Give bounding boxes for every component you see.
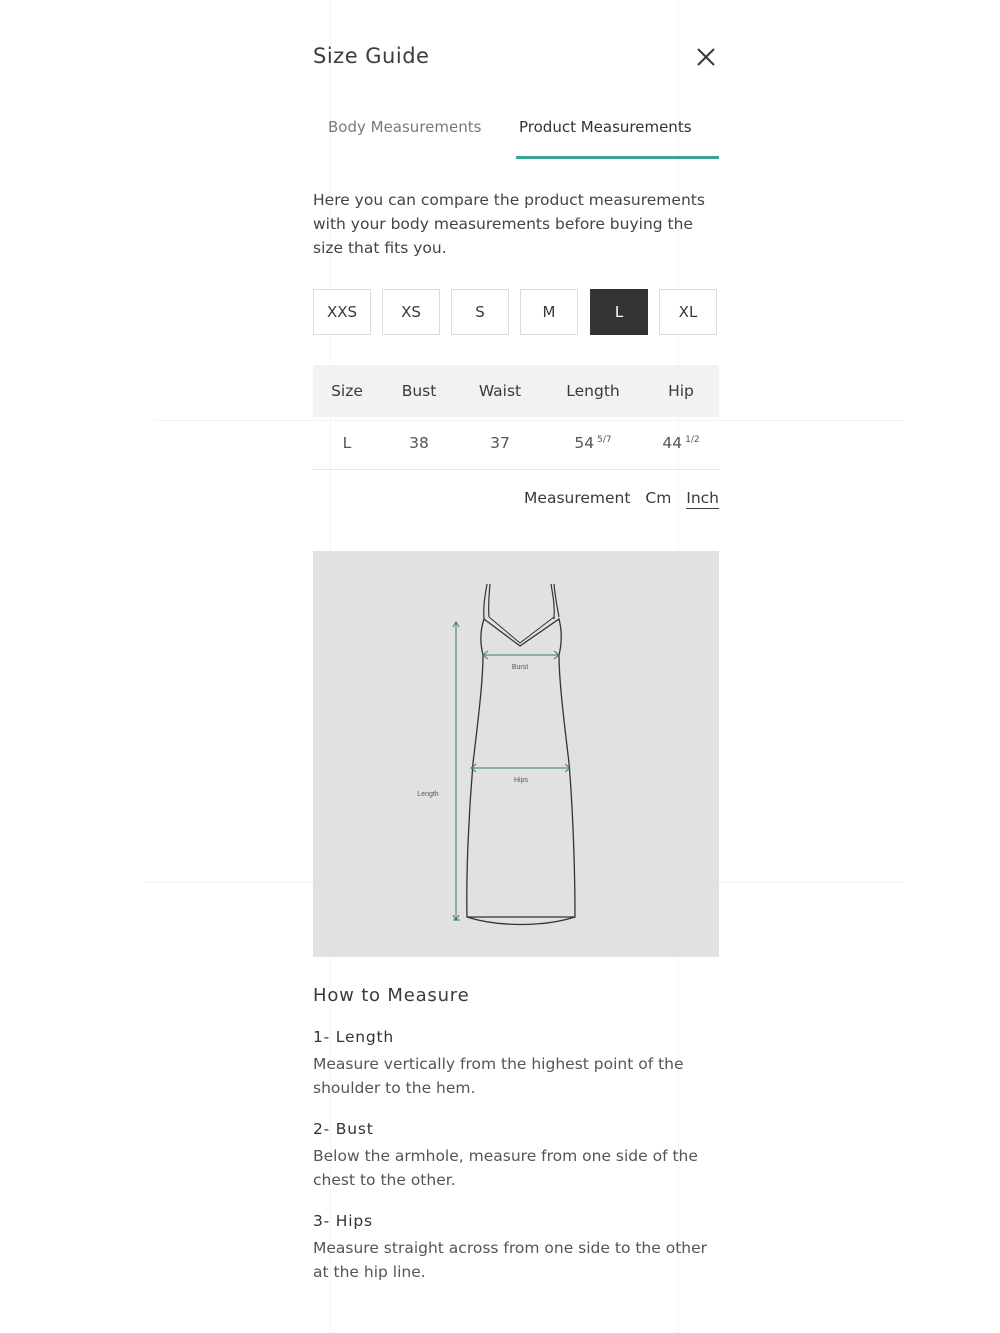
size-button-xs[interactable]: XS — [382, 289, 440, 335]
close-button[interactable] — [695, 46, 717, 68]
step-text: Measure straight across from one side to… — [313, 1239, 708, 1281]
hip-fraction: 1/2 — [685, 435, 700, 445]
hips-label: Hips — [514, 777, 529, 784]
size-button-xxs[interactable]: XXS — [313, 289, 371, 335]
dress-illustration: Burst Hips Length — [417, 583, 576, 926]
tab-product-measurements[interactable]: Product Measurements — [519, 118, 692, 136]
cell-bust: 38 — [409, 434, 429, 452]
size-button-xl[interactable]: XL — [659, 289, 717, 335]
how-to-measure-title: How to Measure — [313, 985, 470, 1006]
header-size: Size — [331, 382, 363, 400]
cell-size: L — [342, 434, 352, 452]
size-button-s[interactable]: S — [451, 289, 509, 335]
step-title: 2- Bust — [313, 1120, 374, 1138]
size-button-m[interactable]: M — [520, 289, 578, 335]
size-selector: XXS XS S M L XL — [313, 289, 719, 337]
close-icon — [697, 48, 715, 66]
bust-label: Burst — [512, 664, 528, 671]
header-hip: Hip — [668, 382, 694, 400]
unit-toggle: Measurement Cm Inch — [524, 489, 719, 507]
size-button-l[interactable]: L — [590, 289, 648, 335]
header-length: Length — [566, 382, 620, 400]
how-to-measure-section: How to Measure 1- Length Measure vertica… — [313, 985, 719, 1304]
intro-text: Here you can compare the product measure… — [313, 191, 705, 257]
table-row: L 38 37 54 5/7 44 1/2 — [313, 417, 719, 470]
step-text: Below the armhole, measure from one side… — [313, 1147, 698, 1189]
tab-body-measurements[interactable]: Body Measurements — [328, 118, 481, 136]
dress-diagram: Burst Hips Length — [313, 551, 719, 957]
unit-inch-button[interactable]: Inch — [686, 489, 719, 507]
cell-length: 54 5/7 — [553, 417, 633, 469]
step-title: 1- Length — [313, 1028, 395, 1046]
hip-whole: 44 — [662, 434, 683, 452]
unit-label: Measurement — [524, 489, 631, 507]
measurement-table: Size Bust Waist Length Hip L 38 37 54 5/7… — [313, 365, 719, 470]
table-header: Size Bust Waist Length Hip — [313, 365, 719, 417]
step-title: 3- Hips — [313, 1212, 373, 1230]
unit-cm-button[interactable]: Cm — [645, 489, 671, 507]
modal-title: Size Guide — [313, 44, 430, 68]
modal-header: Size Guide — [313, 38, 719, 78]
step-text: Measure vertically from the highest poin… — [313, 1055, 684, 1097]
length-fraction: 5/7 — [597, 435, 612, 445]
length-whole: 54 — [574, 434, 595, 452]
active-tab-indicator — [516, 156, 719, 159]
length-label: Length — [417, 791, 439, 798]
cell-hip: 44 1/2 — [649, 417, 713, 469]
tab-bar: Body Measurements Product Measurements — [313, 112, 719, 162]
header-waist: Waist — [478, 382, 522, 400]
cell-waist: 37 — [490, 434, 510, 452]
header-bust: Bust — [401, 382, 437, 400]
